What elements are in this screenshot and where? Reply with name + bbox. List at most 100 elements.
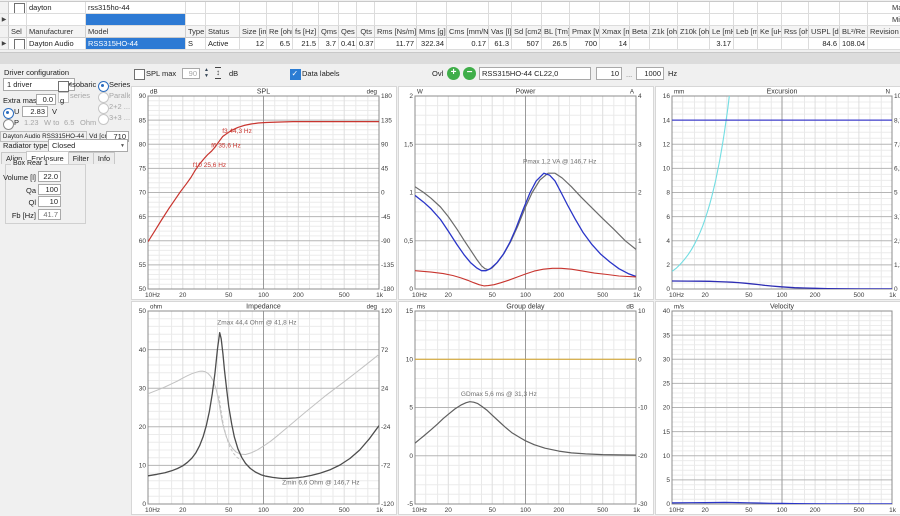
data-cell-xmax[interactable]: 14 <box>600 38 630 50</box>
header-cell-ke[interactable]: Ke [uH] <box>758 26 782 38</box>
data-cell-sd[interactable]: 507 <box>512 38 542 50</box>
power-radio[interactable] <box>3 119 14 130</box>
filter-cell-cms[interactable] <box>447 2 489 14</box>
spl-max-input[interactable]: 90 <box>182 68 200 79</box>
data-cell-qes[interactable]: 0.41 <box>339 38 357 50</box>
edit-cell-fs[interactable] <box>293 14 319 26</box>
header-cell-re[interactable]: Re [ohm] <box>267 26 293 38</box>
row-checkbox[interactable] <box>14 3 25 13</box>
header-cell-rss[interactable]: Rss [ohm] <box>782 26 809 38</box>
data-cell-uspl[interactable]: 84.6 <box>809 38 840 50</box>
edit-cell-status[interactable] <box>206 14 240 26</box>
header-cell-qms[interactable]: Qms <box>319 26 339 38</box>
header-cell-status[interactable]: Status <box>206 26 240 38</box>
header-cell-qes[interactable]: Qes <box>339 26 357 38</box>
data-cell-manufacturer[interactable]: Dayton Audio <box>27 38 86 50</box>
filter-cell-leb[interactable] <box>734 2 758 14</box>
edit-cell-sel[interactable] <box>9 14 27 26</box>
data-cell-qts[interactable]: 0.37 <box>357 38 375 50</box>
header-cell-cms[interactable]: Cms [mm/N] <box>447 26 489 38</box>
header-cell-mms[interactable]: Mms [g] <box>417 26 447 38</box>
extra-mass-input[interactable]: 0.0 <box>36 94 56 105</box>
data-cell-vas[interactable]: 61.3 <box>489 38 512 50</box>
filter-cell-rms[interactable] <box>375 2 417 14</box>
voltage-radio[interactable] <box>3 108 14 119</box>
edit-cell-beta[interactable] <box>630 14 650 26</box>
filter-cell-z10k[interactable] <box>678 2 710 14</box>
filter-cell-le[interactable] <box>710 2 734 14</box>
header-cell-z1k[interactable]: Z1k [ohm] <box>650 26 678 38</box>
header-cell-size[interactable]: Size [in] <box>240 26 267 38</box>
qa-input[interactable]: 100 <box>38 184 61 195</box>
edit-cell-vas[interactable] <box>489 14 512 26</box>
remove-overlay-button[interactable]: − <box>463 67 476 80</box>
filter-cell-qes[interactable] <box>339 2 357 14</box>
data-cell-re[interactable]: 6.5 <box>267 38 293 50</box>
edit-cell-uspl[interactable] <box>809 14 840 26</box>
overlay-select[interactable]: RSS315HO-44 CL22,0 <box>479 67 591 80</box>
filter-cell-qts[interactable] <box>357 2 375 14</box>
data-cell-qms[interactable]: 3.7 <box>319 38 339 50</box>
filter-cell-status[interactable] <box>206 2 240 14</box>
header-cell-xmax[interactable]: Xmax [mm] <box>600 26 630 38</box>
filter-cell-mms[interactable] <box>417 2 447 14</box>
edit-cell-cms[interactable] <box>447 14 489 26</box>
edit-cell-qms[interactable] <box>319 14 339 26</box>
data-cell-sel[interactable] <box>9 38 27 50</box>
edit-cell-leb[interactable] <box>734 14 758 26</box>
data-cell-beta[interactable] <box>630 38 650 50</box>
header-cell-z10k[interactable]: Z10k [ohm] <box>678 26 710 38</box>
header-cell-bl2re[interactable]: BL²/Re <box>840 26 868 38</box>
filter-cell-vas[interactable] <box>489 2 512 14</box>
edit-cell-z1k[interactable] <box>650 14 678 26</box>
edit-cell-qts[interactable] <box>357 14 375 26</box>
edit-cell-le[interactable] <box>710 14 734 26</box>
data-cell-bl[interactable]: 26.5 <box>542 38 570 50</box>
header-cell-fs[interactable]: fs [Hz] <box>293 26 319 38</box>
data-cell-cms[interactable]: 0.17 <box>447 38 489 50</box>
edit-cell-z10k[interactable] <box>678 14 710 26</box>
edit-cell-manufacturer[interactable] <box>27 14 86 26</box>
filter-cell-sd[interactable] <box>512 2 542 14</box>
plus22-radio[interactable] <box>98 103 109 114</box>
data-cell-rms[interactable]: 11.77 <box>375 38 417 50</box>
min-frequency-input[interactable]: 10 <box>596 67 622 80</box>
data-cell-type[interactable]: S <box>186 38 206 50</box>
edit-cell-model[interactable] <box>86 14 186 26</box>
data-cell-leb[interactable] <box>734 38 758 50</box>
filter-cell-uspl[interactable] <box>809 2 840 14</box>
isobaric-checkbox[interactable] <box>58 81 69 92</box>
filter-cell-type[interactable] <box>186 2 206 14</box>
ql-input[interactable]: 10 <box>38 196 61 207</box>
data-cell-pmax[interactable]: 700 <box>570 38 600 50</box>
filter-cell-pmax[interactable] <box>570 2 600 14</box>
data-cell-revision[interactable] <box>868 38 900 50</box>
volume-input[interactable]: 22.0 <box>38 171 61 182</box>
data-cell-model[interactable]: RSS315HO-44 <box>86 38 186 50</box>
edit-cell-pmax[interactable] <box>570 14 600 26</box>
edit-cell-bl[interactable] <box>542 14 570 26</box>
data-cell-z10k[interactable] <box>678 38 710 50</box>
spl-max-checkbox[interactable] <box>134 69 145 80</box>
edit-cell-qes[interactable] <box>339 14 357 26</box>
tab-info[interactable]: Info <box>92 152 116 164</box>
fit-vertical-icon[interactable]: ↕ <box>215 67 221 79</box>
filter-cell-beta[interactable] <box>630 2 650 14</box>
filter-cell-qms[interactable] <box>319 2 339 14</box>
filter-cell-z1k[interactable] <box>650 2 678 14</box>
edit-cell-sd[interactable] <box>512 14 542 26</box>
data-cell-size[interactable]: 12 <box>240 38 267 50</box>
header-cell-rms[interactable]: Rms [Ns/m] <box>375 26 417 38</box>
header-cell-vas[interactable]: Vas [l] <box>489 26 512 38</box>
edit-cell-rms[interactable] <box>375 14 417 26</box>
filter-cell-re[interactable] <box>267 2 293 14</box>
add-overlay-button[interactable]: + <box>447 67 460 80</box>
header-cell-sd[interactable]: Sd [cm2] <box>512 26 542 38</box>
voltage-input[interactable]: 2.83 <box>22 106 48 117</box>
filter-cell-bl2re[interactable] <box>840 2 868 14</box>
header-cell-type[interactable]: Type <box>186 26 206 38</box>
filter-cell-manufacturer[interactable]: dayton <box>27 2 86 14</box>
spl-max-spinner[interactable]: ▲ ▼ <box>204 67 209 79</box>
plus33-radio[interactable] <box>98 114 109 125</box>
filter-cell-rss[interactable] <box>782 2 809 14</box>
